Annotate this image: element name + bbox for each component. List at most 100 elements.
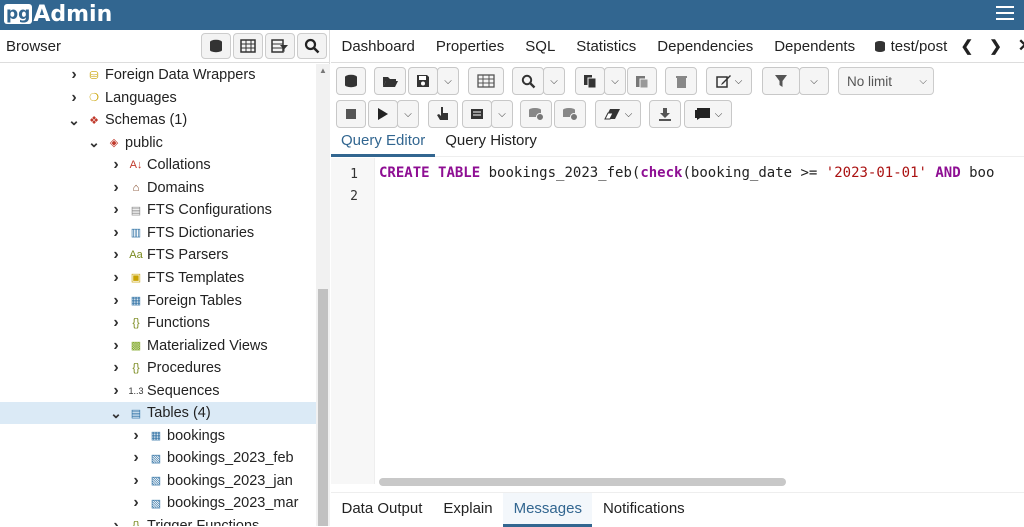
chevron-right-icon[interactable]: › [110,246,122,264]
tree-node[interactable]: › {} Functions [0,312,316,334]
tab-notifications[interactable]: Notifications [592,493,695,527]
tree-node[interactable]: › ⛁ Foreign Data Wrappers [0,64,316,86]
tab-explain[interactable]: Explain [433,493,503,527]
tree-node[interactable]: › ▧ bookings_2023_mar [0,492,316,514]
chevron-down-icon[interactable]: ⌄ [110,405,122,422]
close-tab-icon[interactable]: ✕ [1010,36,1024,56]
execute-line-button[interactable] [428,100,458,128]
filter-button[interactable] [762,67,800,95]
object-explorer-query-tool-button[interactable] [201,33,231,59]
chevron-right-icon[interactable]: › [110,382,122,400]
chevron-right-icon[interactable]: › [68,89,80,107]
filter-dropdown-button[interactable]: ⌵ [799,67,829,95]
tree-node[interactable]: › ▧ bookings_2023_feb [0,447,316,469]
tree-node[interactable]: › ▦ Foreign Tables [0,290,316,312]
chevron-right-icon[interactable]: › [130,427,142,445]
view-data-button[interactable] [233,33,263,59]
chevron-right-icon[interactable]: › [110,337,122,355]
sql-editor[interactable]: 1 2 CREATE TABLE bookings_2023_feb(check… [331,158,1024,486]
sequence-icon: 1..3 [128,385,144,396]
explain-dropdown-button[interactable]: ⌵ [491,100,513,128]
chevron-down-icon[interactable]: ⌄ [88,134,100,151]
chevron-right-icon[interactable]: › [110,179,122,197]
chevron-right-icon[interactable]: › [110,156,122,174]
editor-horizontal-scrollbar[interactable] [379,478,786,486]
save-dropdown-button[interactable]: ⌵ [437,67,459,95]
row-limit-select[interactable]: No limit ⌵ [838,67,934,95]
save-button[interactable] [408,67,438,95]
paste-button[interactable] [627,67,657,95]
chevron-right-icon[interactable]: › [130,472,142,490]
tree-node[interactable]: › ▩ Materialized Views [0,335,316,357]
tree-node[interactable]: › {} Procedures [0,357,316,379]
clear-button[interactable]: ⌵ [595,100,641,128]
search-objects-button[interactable] [297,33,327,59]
tree-node[interactable]: › Aa FTS Parsers [0,244,316,266]
tab-messages[interactable]: Messages [503,493,593,527]
execute-dropdown-button[interactable]: ⌵ [397,100,419,128]
filtered-rows-button[interactable] [265,33,295,59]
tab-statistics[interactable]: Statistics [566,38,647,55]
chevron-down-icon[interactable]: ⌄ [68,112,80,129]
tree-node[interactable]: › ▣ FTS Templates [0,267,316,289]
macros-button[interactable]: ⌵ [684,100,732,128]
tab-scroll-left-icon[interactable]: ❮ [953,37,982,55]
tab-dashboard[interactable]: Dashboard [331,38,425,55]
chevron-right-icon[interactable]: › [110,359,122,377]
chevron-right-icon[interactable]: › [130,449,142,467]
chevron-down-icon: ⌵ [919,75,927,87]
find-dropdown-button[interactable]: ⌵ [543,67,565,95]
tree-node[interactable]: ⌄ ❖ Schemas (1) [0,109,316,131]
tab-scroll-right-icon[interactable]: ❯ [981,37,1010,55]
tree-node[interactable]: › A↓ Collations [0,154,316,176]
open-file-db-button[interactable] [336,67,366,95]
tree-node[interactable]: › ❍ Languages [0,87,316,109]
copy-dropdown-button[interactable]: ⌵ [604,67,626,95]
tree-node[interactable]: › ▦ bookings [0,425,316,447]
edit-button[interactable]: ⌵ [706,67,752,95]
hamburger-menu-icon[interactable] [996,6,1014,22]
tree-node[interactable]: › ▥ FTS Dictionaries [0,222,316,244]
chevron-right-icon[interactable]: › [110,201,122,219]
tab-sql[interactable]: SQL [515,38,566,55]
fts-template-icon: ▣ [130,272,142,285]
copy-button[interactable] [575,67,605,95]
tree-node[interactable]: ⌄ ▤ Tables (4) [0,402,316,425]
execute-button[interactable] [368,100,398,128]
scrollbar-thumb[interactable] [318,289,328,526]
tab-dependents[interactable]: Dependents [764,38,866,55]
explain-button[interactable] [462,100,492,128]
chevron-right-icon[interactable]: › [130,494,142,512]
tree-scrollbar[interactable]: ▲ [316,64,330,526]
stop-button[interactable] [336,100,366,128]
delete-button[interactable] [665,67,697,95]
chevron-right-icon[interactable]: › [110,517,122,526]
chevron-right-icon[interactable]: › [110,224,122,242]
chevron-right-icon[interactable]: › [110,314,122,332]
tree-node[interactable]: › ▧ bookings_2023_jan [0,470,316,492]
chevron-right-icon[interactable]: › [68,66,80,84]
tab-query-history[interactable]: Query History [435,128,547,157]
commit-button[interactable] [520,100,552,128]
grid-view-button[interactable] [468,67,504,95]
tree-node[interactable]: › ⌂ Domains [0,177,316,199]
tab-query-tool[interactable]: test/post [866,38,953,55]
tree-node-label: Procedures [147,360,222,377]
sql-keyword: CREATE [379,165,430,181]
tree-node[interactable]: › ▤ FTS Configurations [0,199,316,221]
download-button[interactable] [649,100,681,128]
open-file-button[interactable] [374,67,406,95]
tab-dependencies[interactable]: Dependencies [647,38,764,55]
chevron-right-icon[interactable]: › [110,292,122,310]
tree-node[interactable]: › {} Trigger Functions [0,515,316,526]
scroll-up-icon[interactable]: ▲ [319,66,327,75]
tree-node[interactable]: › 1..3 Sequences [0,380,316,402]
find-button[interactable] [512,67,544,95]
rollback-button[interactable] [554,100,586,128]
tree-node[interactable]: ⌄ ◈ public [0,132,316,154]
tab-data-output[interactable]: Data Output [331,493,433,527]
tab-query-editor[interactable]: Query Editor [331,128,436,157]
chevron-right-icon[interactable]: › [110,269,122,287]
tab-properties[interactable]: Properties [425,38,514,55]
